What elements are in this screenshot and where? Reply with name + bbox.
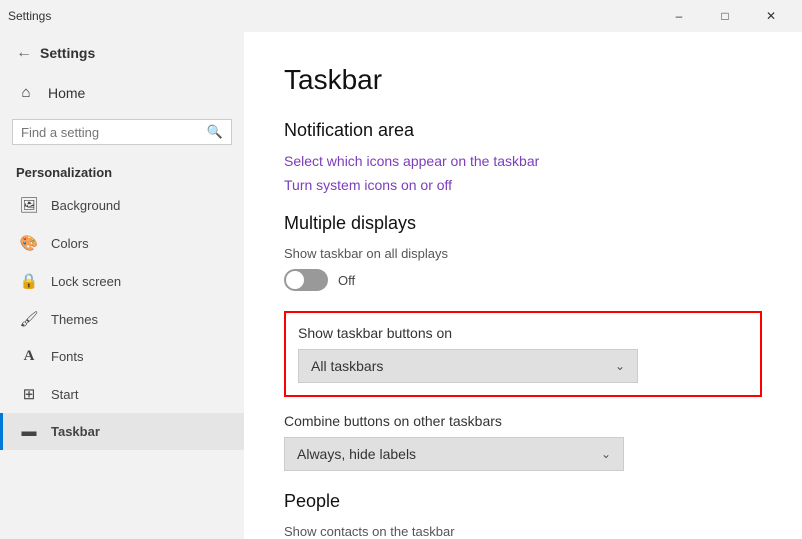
maximize-button[interactable]: □ (702, 0, 748, 32)
content-area: Taskbar Notification area Select which i… (244, 32, 802, 539)
show-buttons-label: Show taskbar buttons on (298, 325, 748, 341)
sidebar-item-start[interactable]: ⊞ Start (0, 375, 244, 413)
show-taskbar-buttons-highlight-box: Show taskbar buttons on All taskbars ⌄ (284, 311, 762, 397)
search-box[interactable]: 🔍 (12, 119, 232, 145)
sidebar-item-themes[interactable]: 🖌 Themes (0, 300, 244, 338)
sidebar-item-colors[interactable]: 🎨 Colors (0, 224, 244, 262)
combine-buttons-block: Combine buttons on other taskbars Always… (284, 413, 762, 471)
sidebar-item-background[interactable]: 🖼 Background (0, 186, 244, 224)
themes-icon: 🖌 (19, 310, 39, 328)
title-bar-title: Settings (8, 9, 51, 23)
people-title: People (284, 491, 762, 512)
sidebar-item-label: Taskbar (51, 424, 100, 439)
multiple-displays-title: Multiple displays (284, 213, 762, 234)
show-taskbar-buttons-dropdown[interactable]: All taskbars ⌄ (298, 349, 638, 383)
back-arrow-icon: ← (16, 44, 32, 62)
sidebar-item-lock-screen[interactable]: 🔒 Lock screen (0, 262, 244, 300)
notification-area-section: Notification area Select which icons app… (284, 120, 762, 193)
combine-dropdown-value: Always, hide labels (297, 446, 416, 462)
dropdown-value: All taskbars (311, 358, 383, 374)
app-container: ← Settings ⌂ Home 🔍 Personalization 🖼 Ba… (0, 32, 802, 539)
sidebar-item-label: Start (51, 387, 78, 402)
title-bar-controls: – □ ✕ (656, 0, 794, 32)
page-title: Taskbar (284, 64, 762, 96)
sidebar-back-button[interactable]: ← Settings (0, 32, 244, 74)
turn-system-icons-link[interactable]: Turn system icons on or off (284, 177, 762, 193)
toggle-knob (286, 271, 304, 289)
background-icon: 🖼 (19, 196, 39, 214)
dropdown-arrow-icon: ⌄ (615, 359, 625, 373)
fonts-icon: A (19, 348, 39, 365)
show-taskbar-label: Show taskbar on all displays (284, 246, 762, 261)
section-label: Personalization (0, 153, 244, 186)
combine-buttons-dropdown[interactable]: Always, hide labels ⌄ (284, 437, 624, 471)
sidebar-item-label: Fonts (51, 349, 84, 364)
sidebar-item-label: Colors (51, 236, 89, 251)
sidebar-item-taskbar[interactable]: ▬ Taskbar (0, 413, 244, 450)
sidebar-item-fonts[interactable]: A Fonts (0, 338, 244, 375)
search-input[interactable] (21, 125, 201, 140)
close-button[interactable]: ✕ (748, 0, 794, 32)
sidebar-item-label: Background (51, 198, 120, 213)
people-section: People Show contacts on the taskbar Off … (284, 491, 762, 539)
lock-screen-icon: 🔒 (19, 272, 39, 290)
combine-dropdown-arrow-icon: ⌄ (601, 447, 611, 461)
taskbar-icon: ▬ (19, 423, 39, 440)
title-bar: Settings – □ ✕ (0, 0, 802, 32)
show-taskbar-toggle-row: Off (284, 269, 762, 291)
sidebar-item-label: Lock screen (51, 274, 121, 289)
show-contacts-block: Show contacts on the taskbar Off (284, 524, 762, 539)
back-label: Settings (40, 45, 95, 61)
home-icon: ⌂ (16, 84, 36, 101)
notification-area-title: Notification area (284, 120, 762, 141)
sidebar-item-label: Themes (51, 312, 98, 327)
show-contacts-label: Show contacts on the taskbar (284, 524, 762, 539)
colors-icon: 🎨 (19, 234, 39, 252)
show-taskbar-all-displays-block: Show taskbar on all displays Off (284, 246, 762, 291)
show-taskbar-toggle-text: Off (338, 273, 355, 288)
combine-buttons-label: Combine buttons on other taskbars (284, 413, 762, 429)
sidebar-home-button[interactable]: ⌂ Home (0, 74, 244, 111)
select-icons-link[interactable]: Select which icons appear on the taskbar (284, 153, 762, 169)
start-icon: ⊞ (19, 385, 39, 403)
search-icon: 🔍 (207, 124, 223, 140)
multiple-displays-section: Multiple displays Show taskbar on all di… (284, 213, 762, 471)
minimize-button[interactable]: – (656, 0, 702, 32)
sidebar: ← Settings ⌂ Home 🔍 Personalization 🖼 Ba… (0, 32, 244, 539)
home-label: Home (48, 85, 85, 101)
show-taskbar-toggle[interactable] (284, 269, 328, 291)
title-bar-left: Settings (8, 9, 51, 23)
